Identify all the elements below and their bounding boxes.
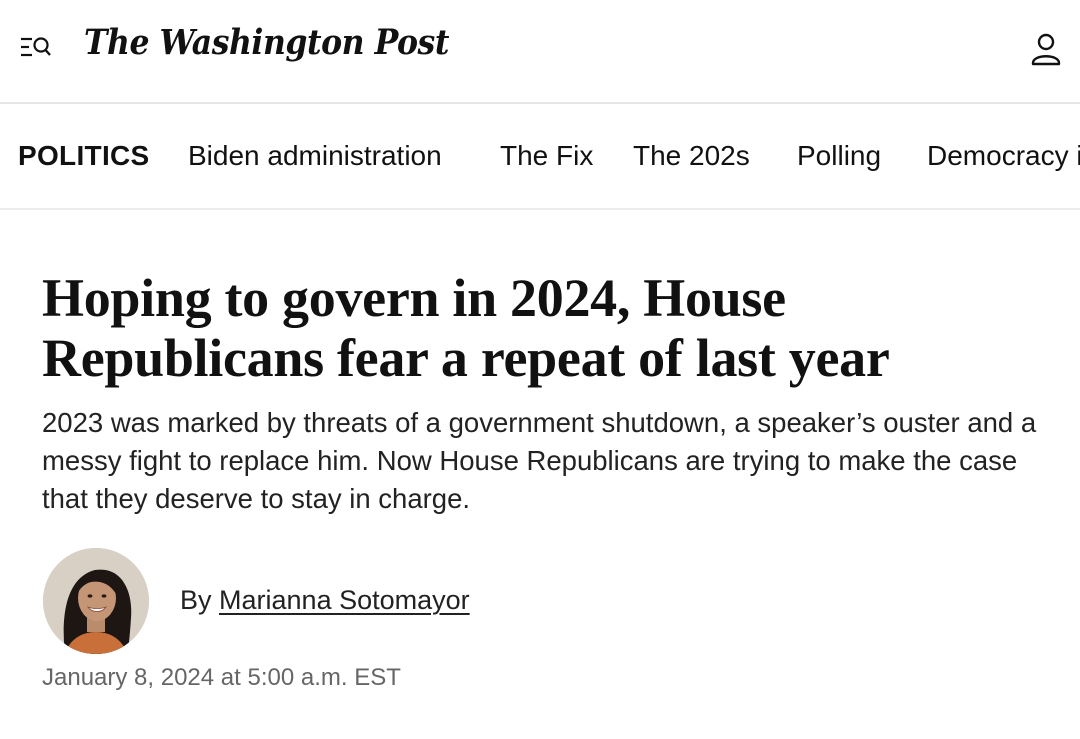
account-icon[interactable] [1028, 30, 1064, 68]
byline-prefix: By [180, 585, 212, 615]
nav-item-the-202s[interactable]: The 202s [633, 140, 750, 172]
author-avatar[interactable] [43, 548, 149, 654]
menu-search-icon[interactable] [18, 32, 54, 64]
site-logo[interactable]: The Washington Post [84, 22, 449, 63]
section-nav: POLITICS Biden administration The Fix Th… [0, 104, 1080, 210]
nav-item-biden-administration[interactable]: Biden administration [188, 140, 442, 172]
article-headline: Hoping to govern in 2024, House Republic… [42, 268, 890, 388]
site-header: The Washington Post [0, 0, 1080, 104]
nav-item-democracy[interactable]: Democracy i [927, 140, 1080, 172]
section-label-politics[interactable]: POLITICS [18, 140, 150, 172]
nav-item-the-fix[interactable]: The Fix [500, 140, 593, 172]
nav-item-polling[interactable]: Polling [797, 140, 881, 172]
byline: By Marianna Sotomayor [180, 585, 470, 616]
author-link[interactable]: Marianna Sotomayor [219, 585, 470, 615]
publish-timestamp: January 8, 2024 at 5:00 a.m. EST [42, 664, 401, 691]
article-dek: 2023 was marked by threats of a governme… [42, 407, 1037, 514]
